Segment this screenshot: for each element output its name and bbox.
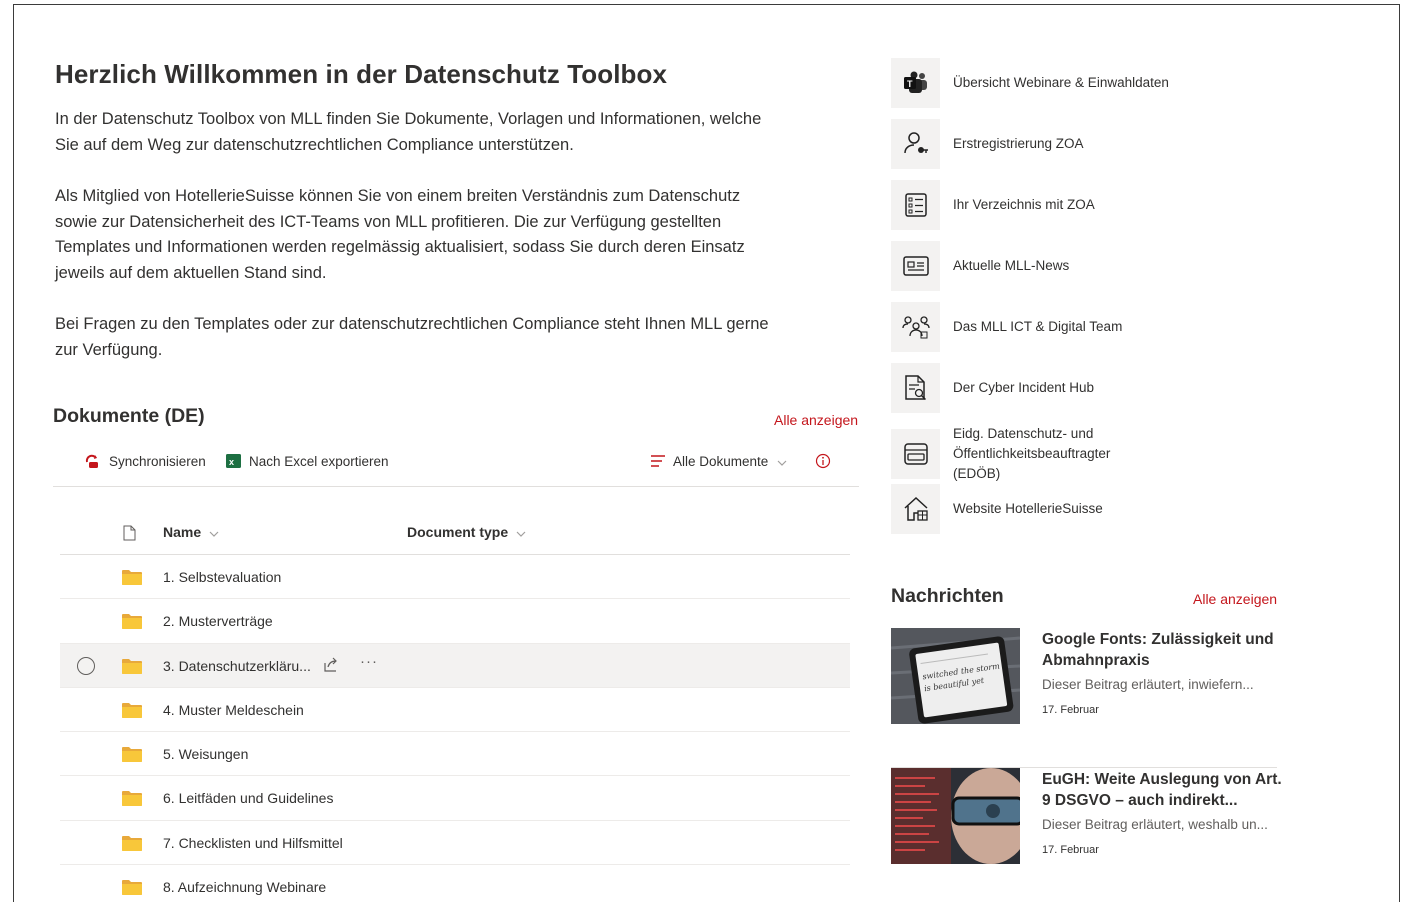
news-thumbnail-phone: switched the storm is beautiful yet [891,628,1020,724]
svg-text:x: x [229,457,234,467]
quick-link-label: Eidg. Datenschutz- und Öffentlichkeitsbe… [953,426,1111,481]
file-type-icon [123,525,136,541]
intro-paragraph-3: Bei Fragen zu den Templates oder zur dat… [55,315,769,359]
table-row[interactable]: 8. Aufzeichnung Webinare [60,865,850,902]
intro-paragraph-1: In der Datenschutz Toolbox von MLL finde… [55,110,762,154]
list-header: Name Document type [60,511,850,555]
quick-link[interactable]: Eidg. Datenschutz- und Öffentlichkeitsbe… [891,424,1153,484]
quick-link-label: Ihr Verzeichnis mit ZOA [953,197,1095,212]
folder-icon [122,658,142,677]
documents-section-title: Dokumente (DE) [53,405,205,427]
quick-link-label: Erstregistrierung ZOA [953,136,1084,151]
document-list: Name Document type 1. Selbstevaluation 2.… [60,511,850,902]
export-label: Nach Excel exportieren [249,453,389,469]
share-icon[interactable] [323,657,339,676]
news-section-title: Nachrichten [891,585,1004,607]
page-title: Herzlich Willkommen in der Datenschutz T… [55,59,668,89]
quick-link-label: Aktuelle MLL-News [953,258,1070,273]
info-button[interactable] [815,453,831,472]
news-headline: Google Fonts: Zulässigkeit und Abmahnpra… [1042,631,1274,669]
document-search-icon [891,363,940,413]
folder-icon [122,879,142,898]
excel-icon: x [225,453,243,469]
row-name[interactable]: 5. Weisungen [163,746,248,762]
folder-icon [122,702,142,721]
news-description: Dieser Beitrag erläutert, inwiefern... [1042,677,1254,692]
quick-link[interactable]: Website HotellerieSuisse [891,484,1103,534]
card-icon [891,429,940,479]
news-see-all-link[interactable]: Alle anzeigen [1193,591,1277,607]
more-options-icon[interactable]: ··· [360,653,378,670]
news-thumbnail-glasses [891,768,1020,864]
row-name[interactable]: 8. Aufzeichnung Webinare [163,879,326,895]
quick-link[interactable]: T Übersicht Webinare & Einwahldaten [891,58,1169,108]
table-row[interactable]: 2. Musterverträge [60,599,850,644]
view-selector[interactable]: Alle Dokumente [649,453,787,469]
news-icon [891,241,940,291]
news-headline: EuGH: Weite Auslegung von Art. 9 DSGVO –… [1042,771,1282,809]
row-select-radio[interactable] [77,656,95,675]
list-rows: 1. Selbstevaluation 2. Musterverträge 3. D… [60,555,850,902]
row-name[interactable]: 3. Datenschutzerkläru... [163,658,311,674]
row-name[interactable]: 2. Musterverträge [163,613,273,629]
news-item[interactable]: switched the storm is beautiful yet Goog… [891,628,1277,768]
row-name[interactable]: 7. Checklisten und Hilfsmittel [163,835,343,851]
quick-link[interactable]: Das MLL ICT & Digital Team [891,302,1122,352]
news-description: Dieser Beitrag erläutert, weshalb un... [1042,817,1268,832]
export-excel-button[interactable]: x Nach Excel exportieren [225,453,389,469]
chevron-down-icon [516,524,526,540]
column-document-type-label: Document type [407,524,509,540]
row-name[interactable]: 4. Muster Meldeschein [163,702,304,718]
column-header-name[interactable]: Name [163,524,219,540]
quick-link[interactable]: Erstregistrierung ZOA [891,119,1084,169]
intro-paragraph-2: Als Mitglied von HotellerieSuisse können… [55,187,745,282]
column-name-label: Name [163,524,202,540]
table-row[interactable]: 5. Weisungen [60,732,850,777]
quick-link-label: Website HotellerieSuisse [953,501,1103,516]
table-row[interactable]: 4. Muster Meldeschein [60,688,850,733]
quick-link[interactable]: Ihr Verzeichnis mit ZOA [891,180,1095,230]
folder-icon [122,790,142,809]
people-team-icon [891,302,940,352]
info-icon [815,453,831,472]
home-icon [891,484,940,534]
news-item[interactable]: EuGH: Weite Auslegung von Art. 9 DSGVO –… [891,768,1282,902]
row-name[interactable]: 1. Selbstevaluation [163,569,281,585]
person-key-icon [891,119,940,169]
row-name[interactable]: 6. Leitfäden und Guidelines [163,790,333,806]
sync-icon [83,453,103,469]
quick-link[interactable]: Aktuelle MLL-News [891,241,1069,291]
chevron-down-icon [209,524,219,540]
teams-icon: T [891,58,940,108]
table-row[interactable]: 7. Checklisten und Hilfsmittel [60,821,850,866]
command-bar: Synchronisieren x Nach Excel exportieren… [53,449,859,487]
table-row[interactable]: 6. Leitfäden und Guidelines [60,776,850,821]
quick-link-label: Das MLL ICT & Digital Team [953,319,1123,334]
folder-icon [122,746,142,765]
news-date: 17. Februar [1042,704,1099,716]
quick-link-label: Übersicht Webinare & Einwahldaten [953,75,1169,90]
svg-text:T: T [907,79,913,89]
checklist-icon [891,180,940,230]
folder-icon [122,613,142,632]
folder-icon [122,569,142,588]
table-row[interactable]: 3. Datenschutzerkläru... ··· [60,643,850,688]
table-row[interactable]: 1. Selbstevaluation [60,555,850,600]
view-label: Alle Dokumente [673,453,769,469]
sync-button[interactable]: Synchronisieren [83,453,206,469]
column-header-document-type[interactable]: Document type [407,524,526,540]
news-date: 17. Februar [1042,844,1099,856]
list-view-icon [649,453,667,469]
quick-link-label: Der Cyber Incident Hub [953,380,1095,395]
chevron-down-icon [777,454,787,469]
quick-link[interactable]: Der Cyber Incident Hub [891,363,1094,413]
folder-icon [122,835,142,854]
sync-label: Synchronisieren [109,453,206,469]
documents-see-all-link[interactable]: Alle anzeigen [774,412,858,428]
